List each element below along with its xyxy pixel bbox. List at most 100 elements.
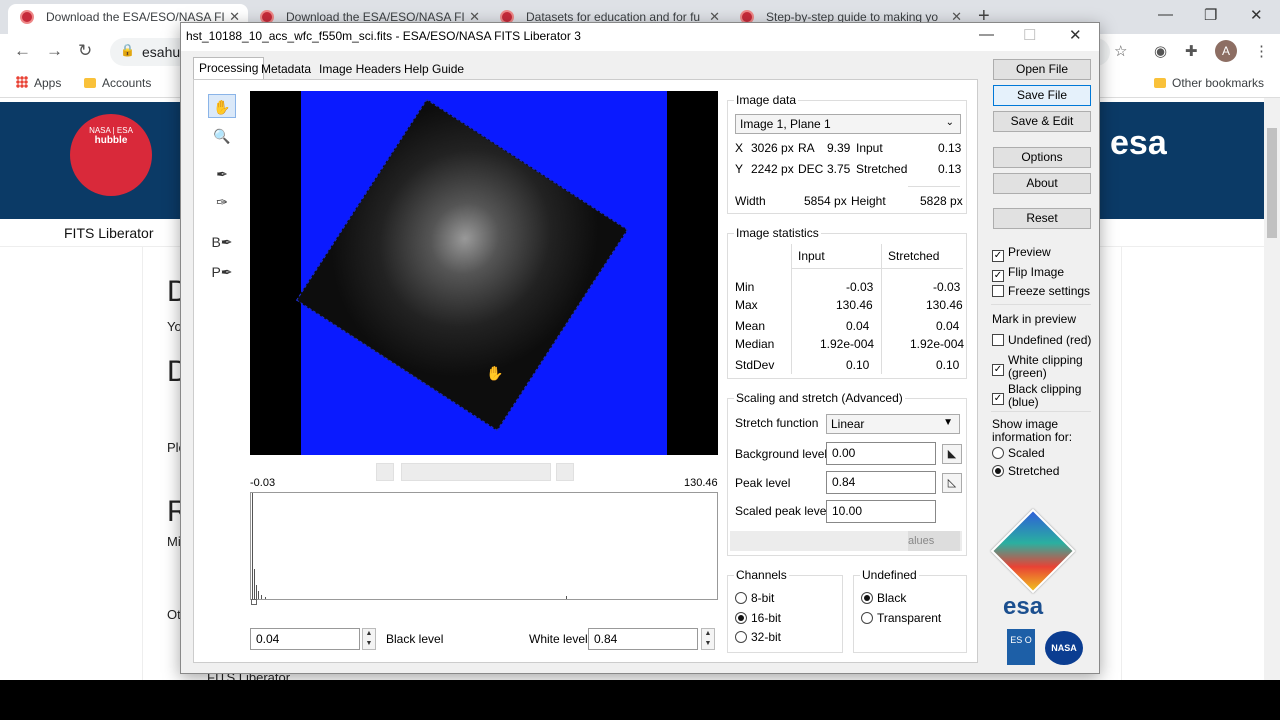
black-level-stepper[interactable]: ▲ ▼ [362, 628, 376, 650]
back-icon[interactable]: ← [14, 41, 31, 61]
histogram-bar [254, 569, 255, 599]
show-info-line: information for: [992, 430, 1073, 444]
channels-title: Channels [734, 568, 789, 582]
profile-avatar[interactable]: A [1215, 40, 1237, 62]
checkbox-checked-icon: ✓ [992, 250, 1004, 262]
undefined-red-checkbox[interactable]: Undefined (red) [992, 334, 1091, 347]
zoom-tool-icon[interactable]: 🔍 [208, 124, 236, 148]
maximize-icon[interactable]: ☐ [1023, 26, 1036, 44]
stats-row-label: Median [735, 337, 775, 351]
divider [791, 268, 963, 269]
lock-icon: 🔒 [120, 43, 135, 57]
bookmark-label: Other bookmarks [1172, 76, 1265, 90]
stats-row-label: StdDev [735, 358, 775, 372]
channels-group: Channels 8-bit 16-bit 32-bit [727, 568, 843, 653]
channel-16bit-radio[interactable]: 16-bit [735, 611, 781, 625]
stats-stretched-value: 130.46 [926, 298, 963, 312]
reset-button[interactable]: Reset [993, 208, 1091, 229]
black-level-picker-icon[interactable]: B✒ [208, 230, 236, 254]
page-scrollbar[interactable] [1264, 98, 1280, 680]
minimize-icon[interactable]: — [979, 26, 994, 43]
preview-checkbox[interactable]: ✓ Preview [992, 246, 1051, 262]
bookmark-apps[interactable]: Apps [16, 76, 61, 90]
extension-circle-icon[interactable]: ◉ [1154, 42, 1167, 60]
stats-stretched-value: 1.92e-004 [910, 337, 965, 351]
peak-picker-icon[interactable]: ◺ [942, 473, 962, 493]
bookmark-accounts[interactable]: Accounts [84, 76, 151, 90]
eyedropper-icon[interactable]: ✒ [208, 162, 236, 186]
forward-icon[interactable]: → [46, 41, 63, 61]
black-clipping-checkbox[interactable]: ✓ Black clipping (blue) [992, 383, 1081, 409]
hubble-logo[interactable]: NASA | ESA hubble [70, 114, 152, 196]
open-file-button[interactable]: Open File [993, 59, 1091, 80]
bookmark-star-icon[interactable]: ☆ [1114, 42, 1127, 60]
checkbox-checked-icon: ✓ [992, 393, 1004, 405]
dec-label: DEC [798, 162, 824, 176]
minimize-icon[interactable]: — [1158, 6, 1173, 23]
about-button[interactable]: About [993, 173, 1091, 194]
white-level-stepper[interactable]: ▲ ▼ [701, 628, 715, 650]
white-clipping-checkbox[interactable]: ✓ White clipping (green) [992, 354, 1083, 380]
peak-level-input[interactable]: 0.84 [826, 471, 936, 494]
histogram-bar [258, 591, 259, 599]
restore-icon[interactable]: ❐ [1204, 6, 1217, 24]
values-button[interactable]: alues [908, 531, 960, 551]
radio-label: 32-bit [751, 630, 782, 644]
stretch-function-select[interactable]: Linear ▼ [826, 414, 960, 434]
extensions-puzzle-icon[interactable]: ✚ [1185, 42, 1198, 60]
tab-metadata[interactable]: Metadata [256, 59, 316, 79]
close-window-icon[interactable]: ✕ [1069, 26, 1082, 44]
zoom-slider[interactable] [401, 463, 551, 481]
site-favicon-icon [20, 10, 34, 24]
checkbox-label: Freeze settings [1008, 284, 1091, 298]
background-picker-icon[interactable]: ◣ [942, 444, 962, 464]
tab-help-guide[interactable]: Help Guide [399, 59, 469, 79]
save-edit-button[interactable]: Save & Edit [993, 111, 1091, 132]
channel-8bit-radio[interactable]: 8-bit [735, 591, 774, 605]
scaled-peak-input[interactable]: 10.00 [826, 500, 936, 523]
bookmark-other[interactable]: Other bookmarks [1154, 76, 1264, 90]
zoom-control[interactable] [376, 463, 394, 481]
save-file-button[interactable]: Save File [993, 85, 1091, 106]
esa-logo[interactable]: esa [1110, 124, 1167, 163]
histogram[interactable] [250, 492, 718, 605]
plane-select[interactable]: Image 1, Plane 1 ⌄ [735, 114, 961, 134]
options-button[interactable]: Options [993, 147, 1091, 168]
undefined-black-radio[interactable]: Black [861, 591, 906, 605]
undefined-title: Undefined [860, 568, 919, 582]
checkbox-icon [992, 285, 1004, 297]
eyedropper-plus-icon[interactable]: ✑ [208, 190, 236, 214]
scrollbar-thumb[interactable] [1267, 128, 1277, 238]
stats-input-value: 1.92e-004 [820, 337, 875, 351]
channel-32bit-radio[interactable]: 32-bit [735, 630, 781, 644]
black-level-label: Black level [386, 632, 444, 646]
chevron-down-icon: ⌄ [945, 117, 954, 128]
radio-selected-icon [735, 612, 747, 624]
background-level-input[interactable]: 0.00 [826, 442, 936, 465]
input-value: 0.13 [938, 141, 962, 155]
stretched-radio[interactable]: Stretched [992, 465, 1059, 478]
image-preview[interactable]: ✋ [250, 91, 718, 455]
checkbox-label: (blue) [1008, 395, 1039, 409]
freeze-settings-checkbox[interactable]: Freeze settings [992, 285, 1090, 298]
black-level-handle[interactable] [251, 599, 257, 605]
tab-processing[interactable]: Processing [193, 57, 265, 80]
site-header-title[interactable]: FITS Liberator [64, 225, 153, 241]
text-fragment: Mi [167, 534, 181, 549]
black-level-input[interactable]: 0.04 [250, 628, 360, 650]
undefined-transparent-radio[interactable]: Transparent [861, 611, 941, 625]
flip-image-checkbox[interactable]: ✓ Flip Image [992, 266, 1064, 282]
reload-icon[interactable]: ↻ [78, 41, 92, 61]
fits-window-title: hst_10188_10_acs_wfc_f550m_sci.fits - ES… [186, 29, 581, 43]
histogram-bar [566, 596, 567, 599]
close-window-icon[interactable]: ✕ [1250, 6, 1263, 24]
hand-tool-icon[interactable]: ✋ [208, 94, 236, 118]
tab-image-headers[interactable]: Image Headers [314, 59, 406, 79]
peak-level-picker-icon[interactable]: P✒ [208, 260, 236, 284]
scaled-radio[interactable]: Scaled [992, 447, 1045, 460]
zoom-control[interactable] [556, 463, 574, 481]
stats-input-value: 0.10 [846, 358, 870, 372]
show-info-label: Show image information for: [992, 418, 1072, 444]
white-level-input[interactable]: 0.84 [588, 628, 698, 650]
menu-dots-icon[interactable]: ⋮ [1254, 42, 1269, 60]
